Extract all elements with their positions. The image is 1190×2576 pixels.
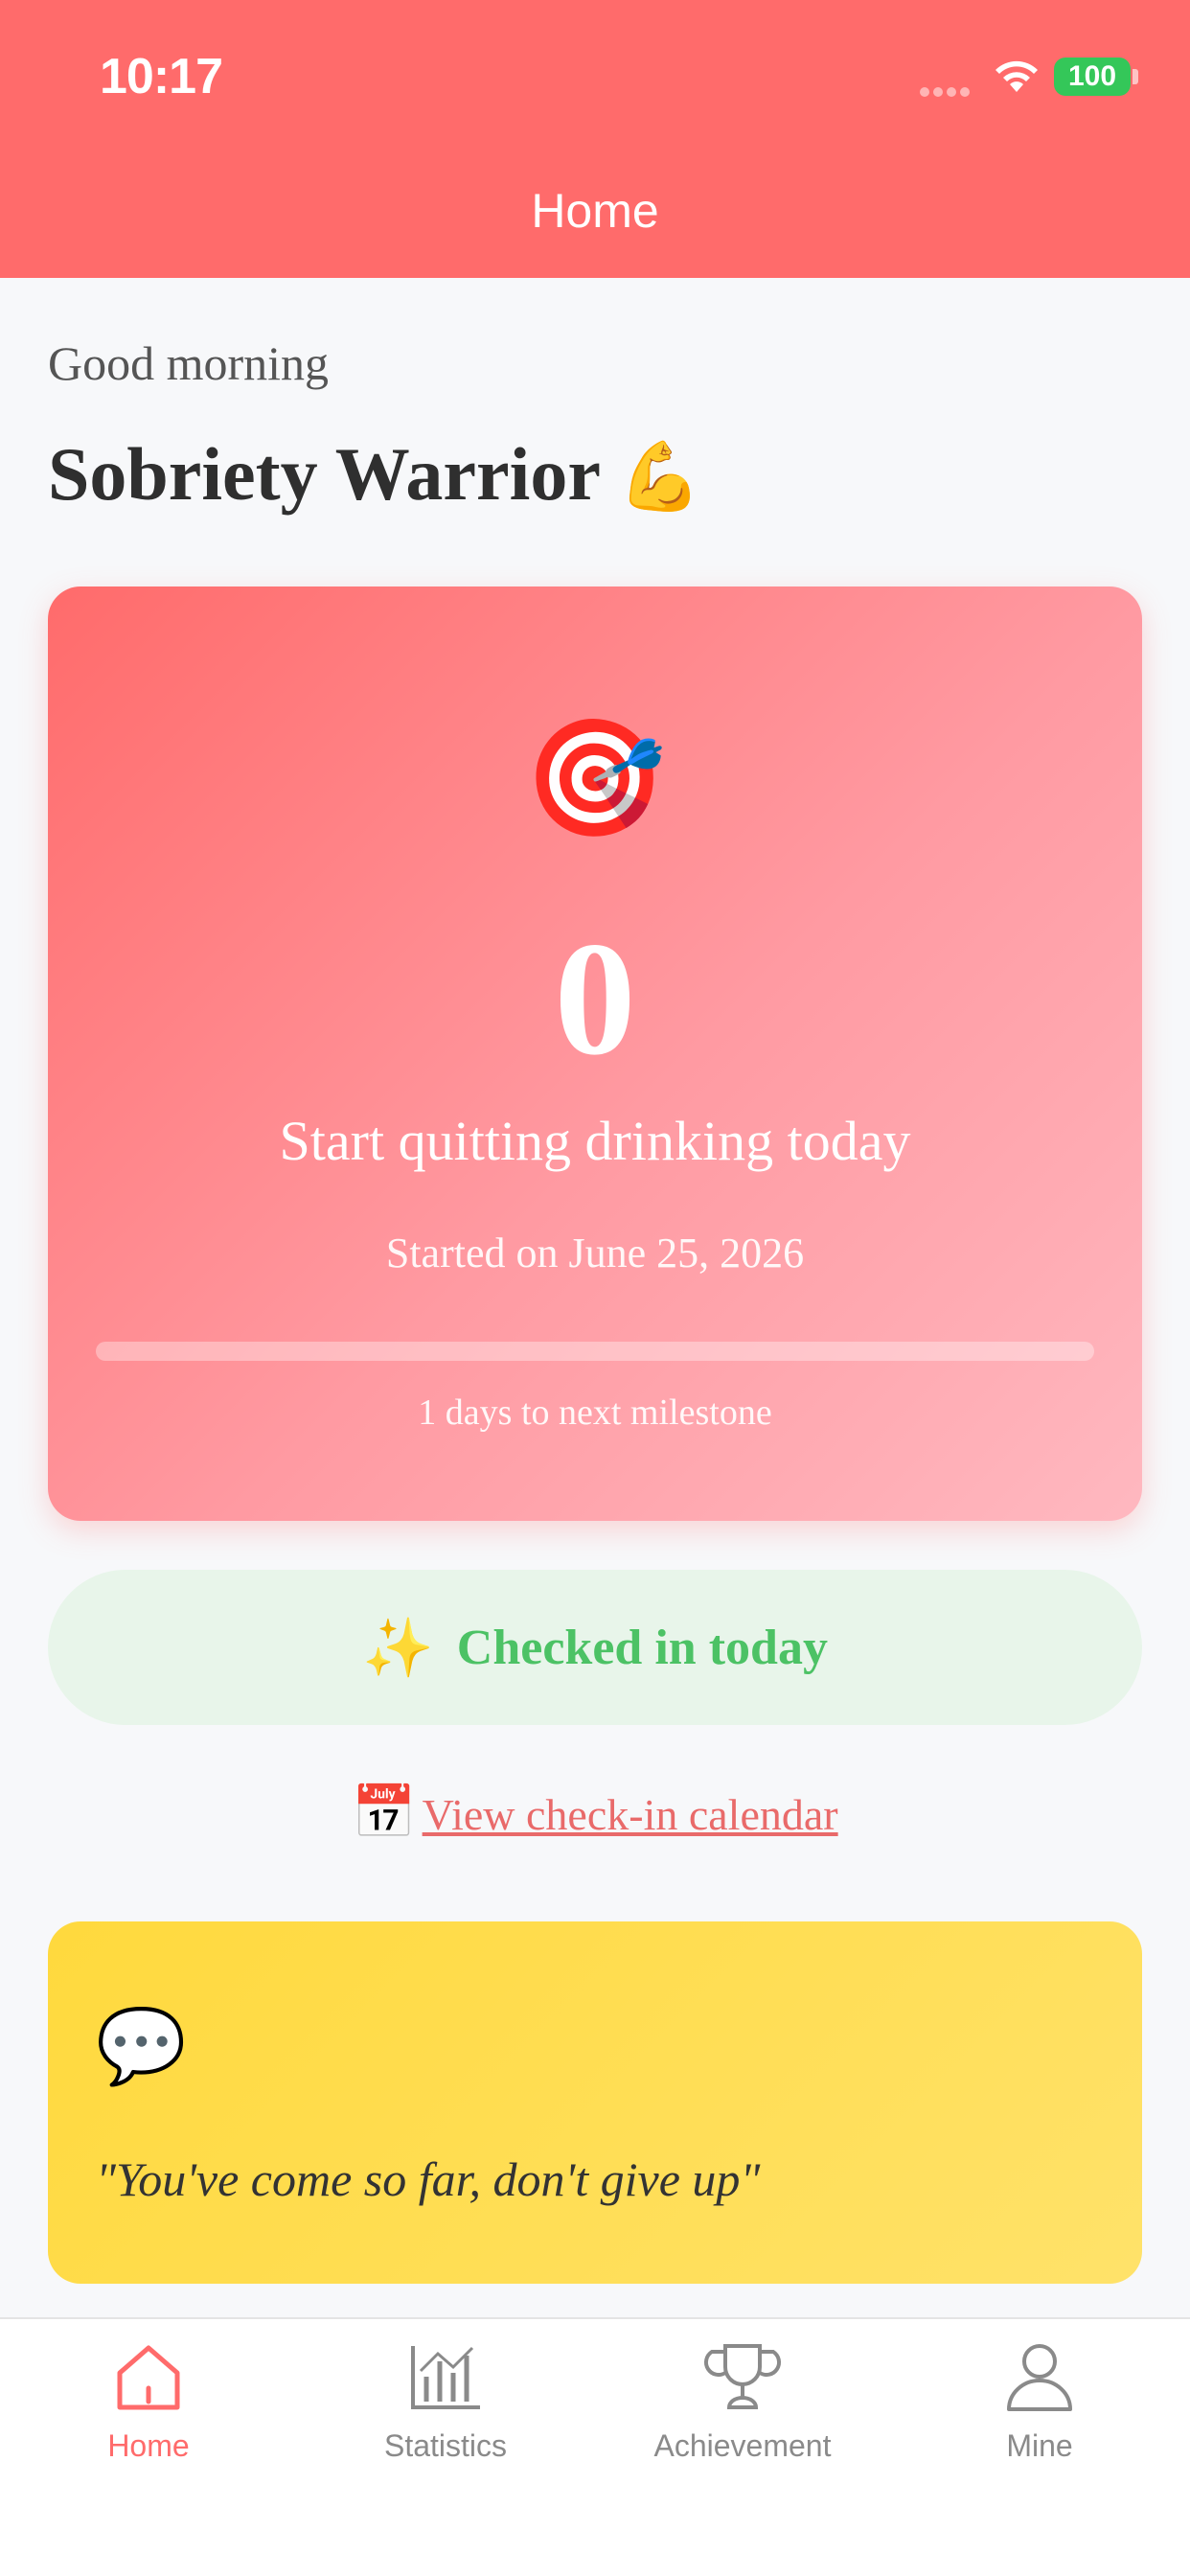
nav-title: Home bbox=[0, 144, 1190, 278]
tab-achievement-label: Achievement bbox=[653, 2428, 832, 2463]
tab-home-label: Home bbox=[107, 2428, 190, 2463]
user-icon bbox=[1007, 2344, 1072, 2411]
speech-bubble-icon: 💬 bbox=[96, 2006, 187, 2087]
trophy-icon bbox=[704, 2344, 781, 2409]
calendar-icon: 📅 bbox=[352, 1783, 417, 1841]
quote-card: 💬 "You've come so far, don't give up" bbox=[48, 1921, 1142, 2284]
tab-mine[interactable]: Mine bbox=[891, 2338, 1188, 2482]
statistics-icon bbox=[411, 2346, 480, 2409]
status-bar: 10:17 100 bbox=[0, 0, 1190, 144]
username-text: Sobriety Warrior bbox=[48, 432, 600, 516]
checked-in-button[interactable]: ✨ Checked in today bbox=[48, 1570, 1142, 1725]
sobriety-counter-card: 🎯 0 Start quitting drinking today Starte… bbox=[48, 586, 1142, 1521]
home-icon bbox=[117, 2345, 180, 2410]
milestone-progress-bar bbox=[96, 1342, 1094, 1361]
day-count: 0 bbox=[554, 908, 636, 1089]
battery-icon: 100 bbox=[1054, 58, 1131, 96]
cellular-signal-icon bbox=[920, 84, 977, 97]
view-calendar-link[interactable]: 📅 View check-in calendar bbox=[0, 1782, 1190, 1843]
start-date-text: Started on June 25, 2026 bbox=[385, 1230, 805, 1276]
username-title: Sobriety Warrior 💪 bbox=[48, 431, 701, 518]
muscle-icon: 💪 bbox=[618, 437, 702, 516]
sparkles-icon: ✨ bbox=[362, 1616, 434, 1680]
wifi-icon bbox=[995, 60, 1038, 92]
hero-subtitle: Start quitting drinking today bbox=[279, 1110, 911, 1172]
quote-text: "You've come so far, don't give up" bbox=[96, 2152, 761, 2206]
tab-mine-label: Mine bbox=[1006, 2428, 1073, 2463]
status-time: 10:17 bbox=[100, 49, 223, 104]
view-calendar-label: View check-in calendar bbox=[422, 1790, 838, 1839]
tab-statistics[interactable]: Statistics bbox=[297, 2338, 594, 2482]
tab-achievement[interactable]: Achievement bbox=[594, 2338, 891, 2482]
checked-in-label: Checked in today bbox=[456, 1620, 828, 1675]
milestone-text: 1 days to next milestone bbox=[418, 1392, 772, 1433]
target-icon: 🎯 bbox=[523, 714, 667, 842]
battery-tip bbox=[1133, 69, 1138, 84]
greeting-text: Good morning bbox=[48, 336, 330, 390]
tab-statistics-label: Statistics bbox=[383, 2428, 508, 2463]
tab-home[interactable]: Home bbox=[0, 2338, 297, 2482]
tab-bar: Home Statistics Achievement Mine bbox=[0, 2317, 1190, 2576]
